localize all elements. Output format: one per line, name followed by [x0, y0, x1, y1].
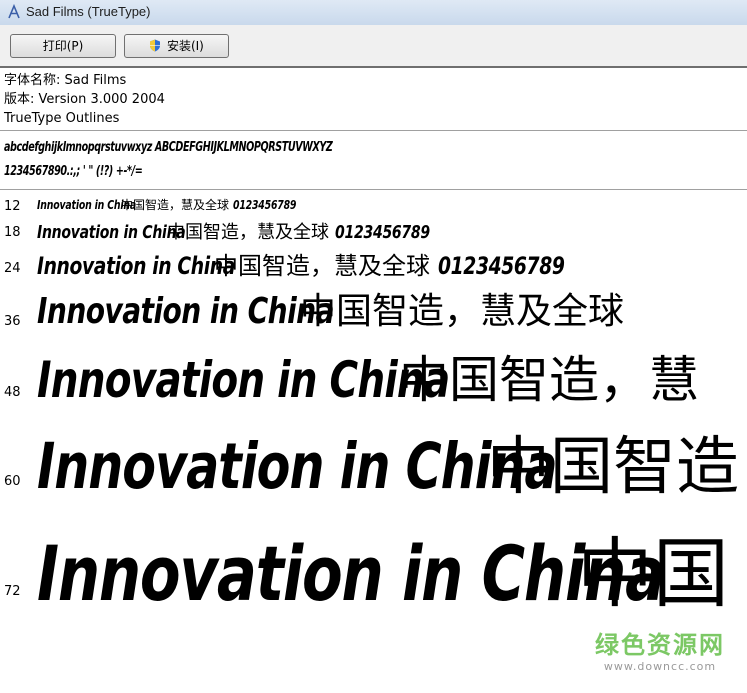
sample-digits: 0123456789 — [437, 252, 565, 280]
sample-latin: Innovation in China — [37, 430, 558, 503]
font-file-icon — [8, 4, 20, 19]
watermark-sub: www.downcc.com — [603, 660, 717, 673]
sample-text: Innovation in China中国智造 — [37, 416, 739, 507]
install-button[interactable]: 安装(I) — [124, 34, 229, 58]
font-info: 字体名称: Sad Films 版本: Version 3.000 2004 T… — [4, 71, 165, 128]
print-button-label: 打印(P) — [42, 39, 84, 53]
font-name-line: 字体名称: Sad Films — [4, 73, 127, 88]
size-label: 72 — [4, 584, 21, 599]
size-label: 24 — [4, 261, 21, 276]
size-label: 36 — [4, 314, 21, 329]
sample-row-12: 12 Innovation in China中国智造，慧及全球 01234567… — [0, 196, 747, 216]
sample-text: Innovation in China中国智造，慧 — [37, 340, 699, 412]
separator-top — [0, 130, 747, 131]
window-title: Sad Films (TrueType) — [26, 4, 151, 19]
uac-shield-icon — [150, 39, 161, 52]
sample-latin: Innovation in China — [37, 222, 186, 243]
font-outline-line: TrueType Outlines — [4, 111, 120, 126]
charset-letters: abcdefghijklmnopqrstuvwxyz ABCDEFGHIJKLM… — [4, 140, 333, 155]
sample-latin: Innovation in China — [37, 351, 450, 409]
sample-latin: Innovation in China — [37, 252, 235, 280]
sample-row-60: 60 Innovation in China中国智造 — [0, 416, 747, 508]
install-button-label: 安装(I) — [166, 39, 204, 53]
font-version-line: 版本: Version 3.000 2004 — [4, 92, 165, 107]
sample-text: Innovation in China中国 — [37, 512, 729, 620]
sample-text: Innovation in China中国智造，慧及全球 0123456789 — [37, 196, 314, 213]
sample-digits: 0123456789 — [334, 222, 430, 243]
sample-digits: 0123456789 — [232, 198, 297, 212]
sample-text: Innovation in China中国智造，慧及全球 0123456789 — [37, 246, 600, 281]
sample-latin: Innovation in China — [37, 529, 665, 618]
sample-text: Innovation in China中国智造，慧及全球 0123456789 — [37, 218, 456, 244]
charset-digits: 1234567890.:,; ' " (!?) +-*/= — [4, 164, 143, 179]
sample-row-72: 72 Innovation in China中国 — [0, 512, 747, 620]
size-label: 18 — [4, 225, 21, 240]
toolbar: 打印(P) 安装(I) — [0, 25, 747, 68]
watermark-main: 绿色资源网 — [595, 631, 725, 659]
size-label: 12 — [4, 199, 21, 214]
sample-latin: Innovation in China — [37, 198, 136, 212]
sample-cjk: 中国智造，慧及全球 — [214, 252, 430, 280]
sample-latin: Innovation in China — [37, 291, 335, 332]
title-bar: Sad Films (TrueType) — [0, 0, 747, 25]
sample-cjk: 中国智造，慧及全球 — [300, 291, 625, 332]
sample-row-48: 48 Innovation in China中国智造，慧 — [0, 340, 747, 414]
sample-text: Innovation in China中国智造，慧及全球 — [37, 282, 624, 334]
sample-row-18: 18 Innovation in China中国智造，慧及全球 01234567… — [0, 218, 747, 246]
separator-bottom — [0, 189, 747, 190]
sample-row-24: 24 Innovation in China中国智造，慧及全球 01234567… — [0, 246, 747, 282]
size-label: 48 — [4, 385, 21, 400]
sample-cjk: 中国智造，慧及全球 — [167, 222, 329, 243]
site-watermark: 绿色资源网 www.downcc.com — [595, 625, 725, 673]
sample-row-36: 36 Innovation in China中国智造，慧及全球 — [0, 282, 747, 338]
print-button[interactable]: 打印(P) — [10, 34, 116, 58]
size-label: 60 — [4, 474, 21, 489]
sample-cjk: 中国智造，慧及全球 — [121, 198, 230, 212]
